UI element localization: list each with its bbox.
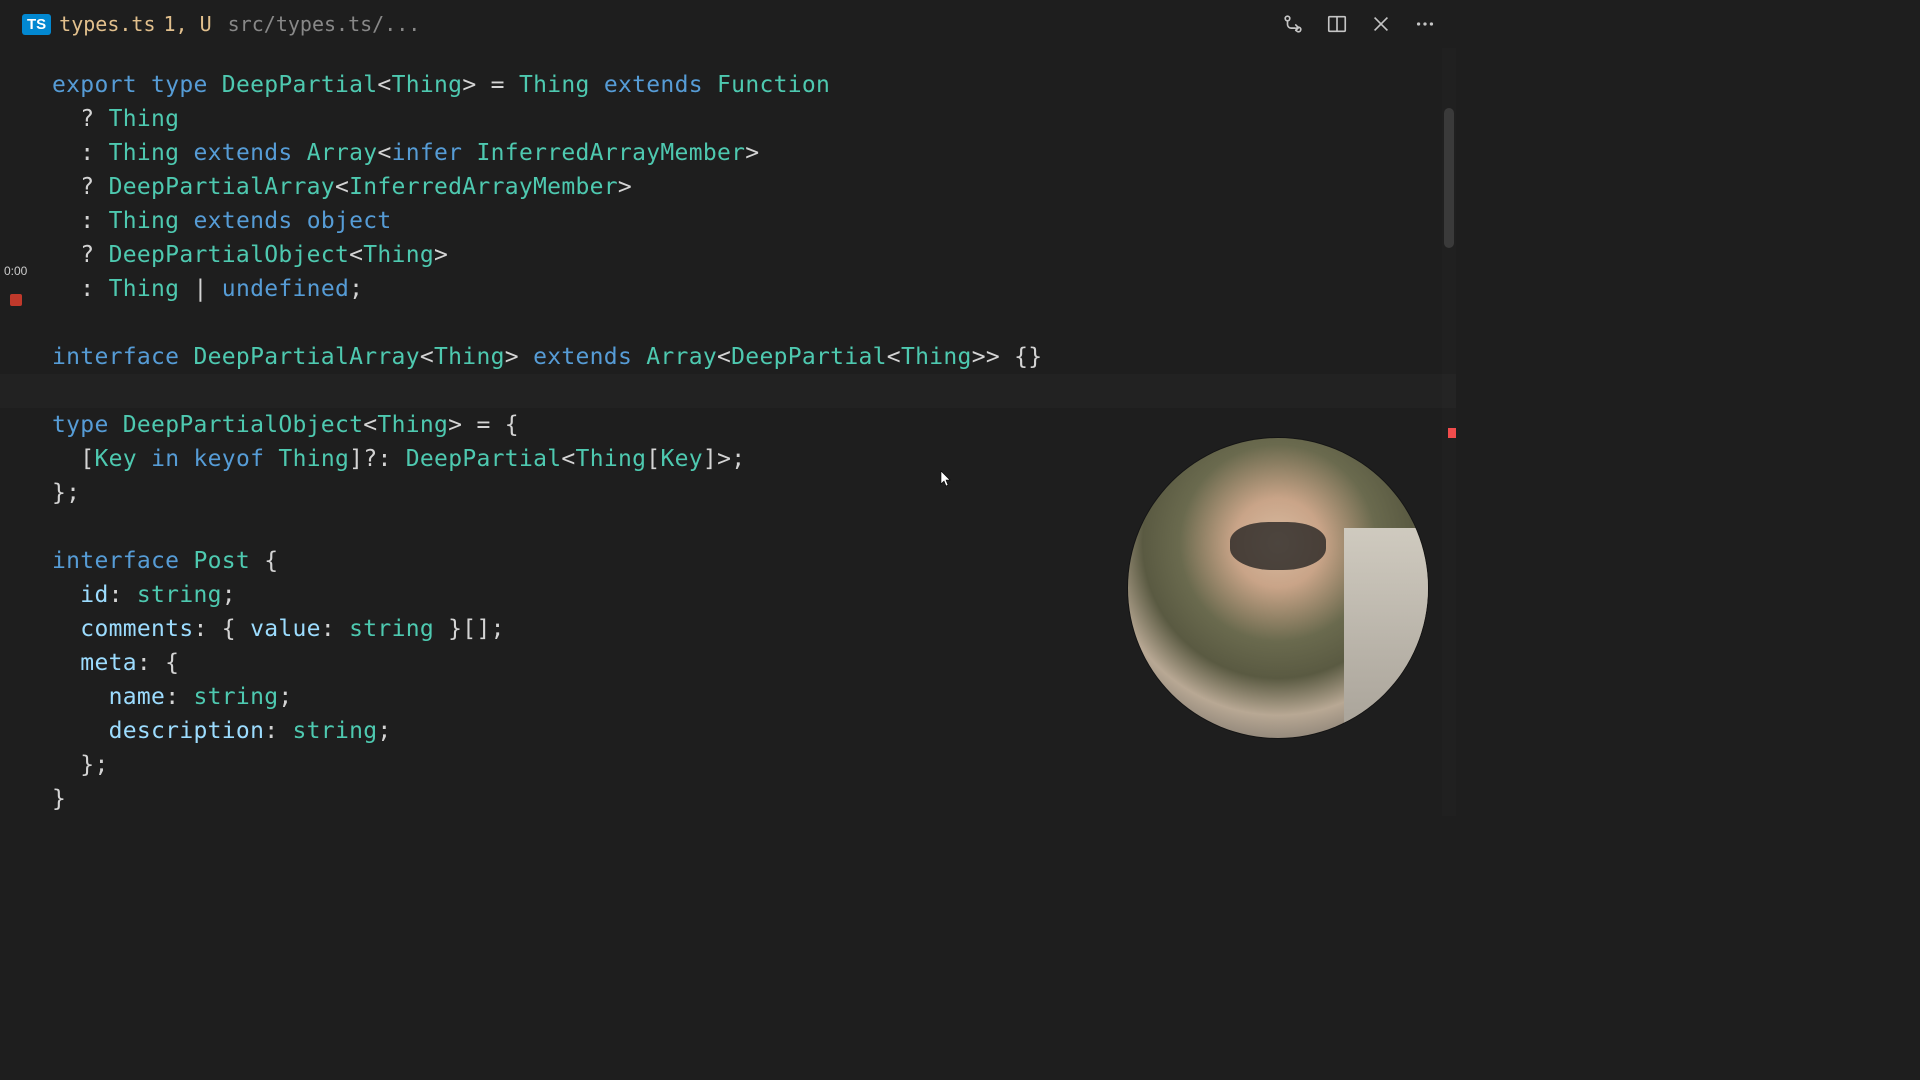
breadcrumb[interactable]: src/types.ts/... [228,12,421,36]
code-line: ? Thing [52,102,1456,136]
editor-tab-bar: TS types.ts 1, U src/types.ts/... [0,0,1456,48]
active-tab[interactable]: TS types.ts 1, U [12,0,222,48]
code-line: export type DeepPartial<Thing> = Thing e… [52,68,1456,102]
compare-changes-icon[interactable] [1282,13,1304,35]
split-editor-icon[interactable] [1326,13,1348,35]
webcam-overlay [1128,438,1428,738]
scrollbar-thumb[interactable] [1444,108,1454,248]
close-icon[interactable] [1370,13,1392,35]
more-actions-icon[interactable] [1414,13,1436,35]
code-line [52,306,1456,340]
code-line: }; [52,748,1456,782]
video-timestamp: 0:00 [4,264,27,278]
record-indicator-icon [10,294,22,306]
code-line-active [0,374,1456,408]
typescript-badge-icon: TS [22,14,51,35]
code-line: ? DeepPartialArray<InferredArrayMember> [52,170,1456,204]
tab-problems-status: 1, U [164,12,212,36]
code-line: : Thing | undefined; [52,272,1456,306]
minimap-error-marker[interactable] [1448,428,1456,438]
code-line: } [52,782,1456,816]
tab-filename: types.ts [59,12,155,36]
tab-actions [1282,13,1444,35]
code-line: : Thing extends Array<infer InferredArra… [52,136,1456,170]
code-line: type DeepPartialObject<Thing> = { [52,408,1456,442]
code-line: ? DeepPartialObject<Thing> [52,238,1456,272]
code-line: interface DeepPartialArray<Thing> extend… [52,340,1456,374]
code-line: : Thing extends object [52,204,1456,238]
